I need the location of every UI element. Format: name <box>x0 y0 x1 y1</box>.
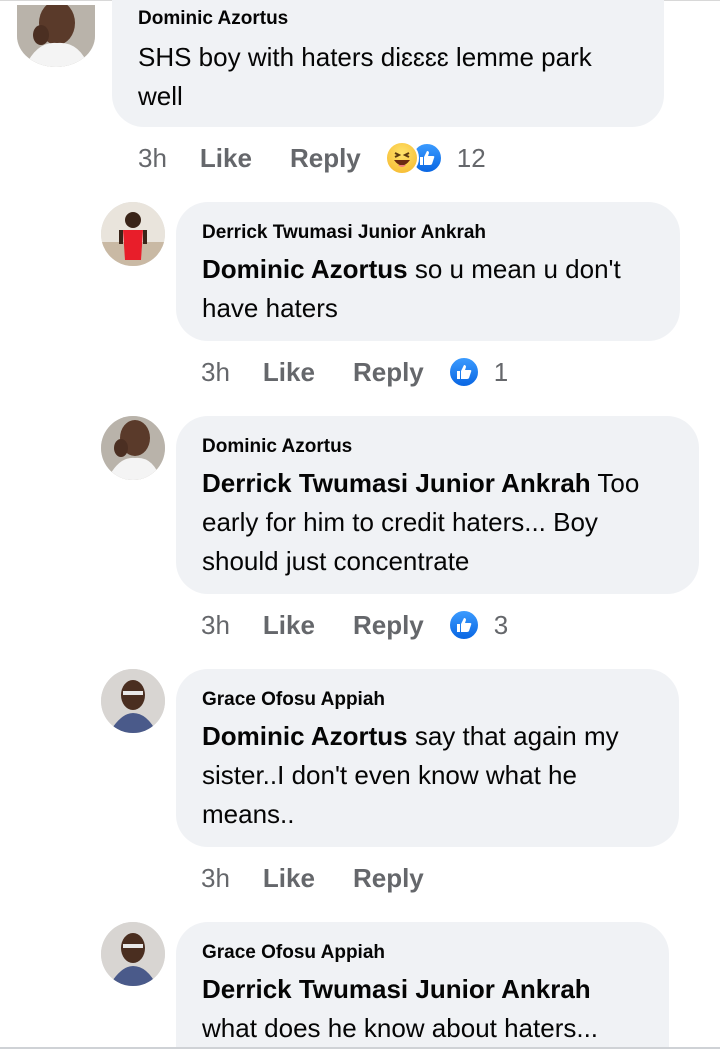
comment-author[interactable]: Dominic Azortus <box>138 8 638 30</box>
comment-text: Dominic Azortus say that again my sister… <box>202 717 653 834</box>
mention-link[interactable]: Dominic Azortus <box>202 254 408 284</box>
comment-bubble: Derrick Twumasi Junior Ankrah Dominic Az… <box>176 202 680 341</box>
reply-button[interactable]: Reply <box>353 610 424 641</box>
reactions[interactable] <box>384 141 443 175</box>
comment-actions: 3h Like Reply 3 <box>201 608 508 642</box>
haha-icon <box>384 141 419 175</box>
like-button[interactable]: Like <box>200 143 252 174</box>
reactions[interactable] <box>447 356 480 388</box>
comment-bubble: Dominic Azortus SHS boy with haters diɛɛ… <box>112 0 664 127</box>
like-button[interactable]: Like <box>263 863 315 894</box>
avatar[interactable] <box>101 669 165 733</box>
bottom-divider <box>0 1047 720 1049</box>
comment-body: what does he know about haters... <box>202 1013 599 1043</box>
reaction-count[interactable]: 12 <box>457 143 486 174</box>
like-icon <box>447 609 480 641</box>
comment-text: SHS boy with haters diɛɛɛɛ lemme park we… <box>138 38 638 116</box>
comment-author[interactable]: Derrick Twumasi Junior Ankrah <box>202 222 654 244</box>
reply-button[interactable]: Reply <box>353 357 424 388</box>
comment-text: Derrick Twumasi Junior Ankrah what does … <box>202 970 643 1047</box>
like-button[interactable]: Like <box>263 357 315 388</box>
reactions[interactable] <box>447 609 480 641</box>
timestamp[interactable]: 3h <box>201 357 230 388</box>
timestamp[interactable]: 3h <box>138 143 167 174</box>
mention-link[interactable]: Derrick Twumasi Junior Ankrah <box>202 468 591 498</box>
timestamp[interactable]: 3h <box>201 610 230 641</box>
avatar[interactable] <box>17 5 95 67</box>
comment-bubble: Grace Ofosu Appiah Dominic Azortus say t… <box>176 669 679 847</box>
comment-author[interactable]: Grace Ofosu Appiah <box>202 689 653 711</box>
avatar[interactable] <box>101 922 165 986</box>
like-button[interactable]: Like <box>263 610 315 641</box>
comment-author[interactable]: Grace Ofosu Appiah <box>202 942 643 964</box>
comment-text: Derrick Twumasi Junior Ankrah Too early … <box>202 464 673 581</box>
comment-bubble: Dominic Azortus Derrick Twumasi Junior A… <box>176 416 699 594</box>
comment-actions: 3h Like Reply 12 <box>138 141 486 175</box>
avatar-photo-icon <box>101 669 165 733</box>
reply-button[interactable]: Reply <box>290 143 361 174</box>
avatar[interactable] <box>101 416 165 480</box>
comment-author[interactable]: Dominic Azortus <box>202 436 673 458</box>
mention-link[interactable]: Derrick Twumasi Junior Ankrah <box>202 974 591 1004</box>
comment-actions: 3h Like Reply 1 <box>201 355 508 389</box>
timestamp[interactable]: 3h <box>201 863 230 894</box>
reaction-count[interactable]: 3 <box>494 610 508 641</box>
avatar-photo-icon <box>101 922 165 986</box>
reaction-count[interactable]: 1 <box>494 357 508 388</box>
mention-link[interactable]: Dominic Azortus <box>202 721 408 751</box>
avatar-photo-icon <box>101 202 165 266</box>
avatar[interactable] <box>101 202 165 266</box>
reply-button[interactable]: Reply <box>353 863 424 894</box>
avatar-photo-icon <box>17 5 95 67</box>
comment-actions: 3h Like Reply <box>201 861 424 895</box>
comment-bubble: Grace Ofosu Appiah Derrick Twumasi Junio… <box>176 922 669 1047</box>
avatar-photo-icon <box>101 416 165 480</box>
comment-body: SHS boy with haters diɛɛɛɛ lemme park we… <box>138 42 592 111</box>
like-icon <box>447 356 480 388</box>
comment-text: Dominic Azortus so u mean u don't have h… <box>202 250 654 328</box>
